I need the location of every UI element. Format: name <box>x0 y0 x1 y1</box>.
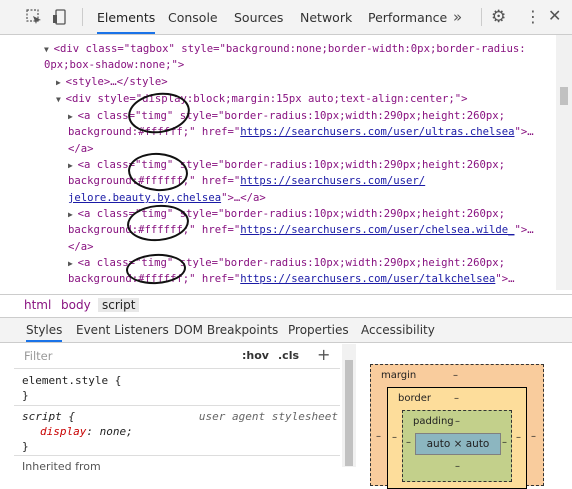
tab-elements[interactable]: Elements <box>97 0 156 34</box>
box-model-padding[interactable]: padding – – – – auto × auto <box>402 410 512 482</box>
box-model-diagram: margin – – – border – – – padding – – – … <box>358 344 572 489</box>
margin-right-value: – <box>531 431 536 442</box>
rule-selector: element.style { <box>22 374 122 387</box>
border-label: border <box>398 393 432 404</box>
dom-line: 0px;box-shadow:none;"> <box>44 57 184 73</box>
gear-icon[interactable]: ⚙ <box>491 7 506 27</box>
tab-sources[interactable]: Sources <box>234 0 283 34</box>
tab-properties[interactable]: Properties <box>288 318 349 342</box>
styles-scrollbar[interactable] <box>342 344 356 467</box>
border-right-value: – <box>516 432 521 443</box>
dom-node-tagbox[interactable]: ▼ <div class="tagbox" style="background:… <box>44 41 526 58</box>
rule-close-brace: } <box>22 440 29 453</box>
tab-styles[interactable]: Styles <box>26 318 63 342</box>
border-top-value: – <box>454 393 459 404</box>
dom-line: background:#ffffff;" href="https://searc… <box>68 173 425 189</box>
box-model-margin[interactable]: margin – – – border – – – padding – – – … <box>370 364 544 489</box>
dom-href-link[interactable]: jelore.beauty.by.chelsea <box>68 192 221 204</box>
sidebar-tabs: Styles Event Listeners DOM Breakpoints P… <box>0 318 572 343</box>
dom-line-text: <div class="tagbox" style="background:no… <box>53 43 526 55</box>
dom-node-style[interactable]: ▶ <style>…</style> <box>56 74 168 91</box>
devtools-toolbar: Elements Console Sources Network Perform… <box>0 0 572 35</box>
dom-line-text: </a> <box>68 241 94 253</box>
more-tabs-icon[interactable]: » <box>453 8 462 26</box>
dom-href-link[interactable]: https://searchusers.com/user/ultras.chel… <box>240 126 514 138</box>
dom-line-text: </a> <box>68 143 94 155</box>
property-value: none; <box>99 425 133 438</box>
toolbar-separator <box>82 8 83 26</box>
styles-gutter <box>0 344 14 467</box>
dom-line-text: ">… <box>514 126 534 138</box>
padding-left-value: – <box>406 437 411 448</box>
dom-href-link[interactable]: https://searchusers.com/user/talkchelsea <box>240 273 495 285</box>
tab-console[interactable]: Console <box>168 0 218 34</box>
padding-top-value: – <box>455 416 460 427</box>
dom-scrollbar[interactable] <box>556 35 572 290</box>
styles-filter-input[interactable]: Filter <box>24 349 52 363</box>
rule-element-style[interactable]: element.style { } <box>14 371 340 406</box>
hover-state-toggle[interactable]: :hov <box>242 349 269 362</box>
add-rule-icon[interactable]: + <box>317 345 330 364</box>
box-model-content[interactable]: auto × auto <box>415 433 501 455</box>
inspect-element-icon[interactable] <box>26 9 42 25</box>
dom-tree: ▼ <div class="tagbox" style="background:… <box>0 35 556 290</box>
breadcrumb: html body script <box>0 294 572 318</box>
rule-declaration[interactable]: display: none; <box>40 424 133 439</box>
dom-line: </a> <box>68 239 94 255</box>
tab-accessibility[interactable]: Accessibility <box>361 318 435 342</box>
dom-line-text: ">…</a> <box>221 192 266 204</box>
breadcrumb-body[interactable]: body <box>57 298 95 312</box>
dom-line-text: ">… <box>495 273 515 285</box>
margin-top-value: – <box>453 370 458 381</box>
tab-dom-breakpoints[interactable]: DOM Breakpoints <box>174 318 278 342</box>
dom-line-text: <div style="display:block;margin:15px au… <box>65 93 468 105</box>
dom-line: </a> <box>68 141 94 157</box>
styles-scroll-thumb[interactable] <box>345 360 353 466</box>
user-agent-label: user agent stylesheet <box>198 410 338 423</box>
dom-href-link[interactable]: https://searchusers.com/user/ <box>240 175 425 187</box>
breadcrumb-script[interactable]: script <box>98 298 140 312</box>
dom-line-text: <style>…</style> <box>65 76 168 88</box>
property-name: display <box>40 425 87 438</box>
close-icon[interactable]: ✕ <box>548 6 561 25</box>
breadcrumb-html[interactable]: html <box>20 298 55 312</box>
kebab-menu-icon[interactable]: ⋮ <box>525 7 541 26</box>
tab-performance[interactable]: Performance <box>368 0 447 34</box>
device-toolbar-icon[interactable] <box>52 9 68 25</box>
styles-filter-bar: Filter :hov .cls + <box>14 344 340 369</box>
margin-left-value: – <box>376 431 381 442</box>
box-model-border[interactable]: border – – – padding – – – – auto × auto <box>387 387 527 489</box>
rule-close-brace: } <box>22 389 29 402</box>
class-toggle[interactable]: .cls <box>278 349 299 362</box>
dom-href-link[interactable]: https://searchusers.com/user/chelsea.wil… <box>240 224 514 236</box>
border-left-value: – <box>392 432 397 443</box>
rule-selector: script { <box>22 410 75 423</box>
rule-script[interactable]: script { user agent stylesheet display: … <box>14 407 340 456</box>
dom-line-text: ">… <box>514 224 534 236</box>
padding-right-value: – <box>502 437 507 448</box>
margin-label: margin <box>381 370 417 381</box>
tab-network[interactable]: Network <box>300 0 352 34</box>
padding-label: padding <box>413 416 454 427</box>
dom-line-text: 0px;box-shadow:none;"> <box>44 59 185 71</box>
toolbar-separator <box>481 8 482 26</box>
dom-node-div[interactable]: ▼ <div style="display:block;margin:15px … <box>56 91 467 108</box>
dom-scroll-thumb[interactable] <box>560 87 568 105</box>
tab-event-listeners[interactable]: Event Listeners <box>76 318 169 342</box>
dom-line: jelore.beauty.by.chelsea">…</a> <box>68 190 266 206</box>
